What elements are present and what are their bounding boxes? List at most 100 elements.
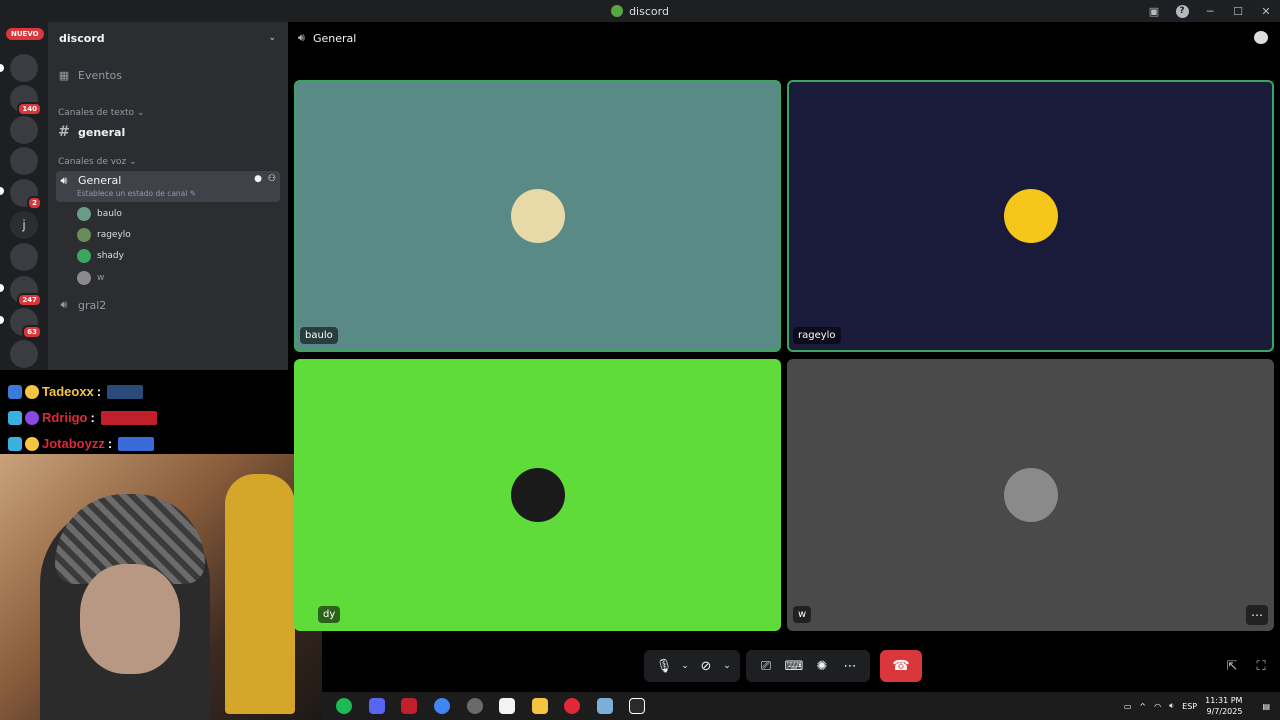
badge-icon	[25, 384, 39, 399]
soundboard-icon[interactable]: ✺	[808, 652, 836, 680]
mic-options-chevron-icon[interactable]: ⌄	[678, 652, 692, 680]
voice-user[interactable]: shady	[77, 249, 124, 263]
webcam-feed	[0, 454, 322, 720]
voice-channel-gral2[interactable]: 🔊︎ gral2	[56, 296, 280, 314]
system-tray: ▭ ^ ◠ 🔉︎ ESP 11:31 PM 9/7/2025 ▤	[1116, 692, 1270, 720]
minimize-button[interactable]: ─	[1196, 0, 1224, 22]
participant-tile-shady[interactable]: dy	[294, 359, 781, 631]
server-rail: NUEVO 140 2 j 247 63	[0, 22, 48, 370]
title-bar: discord ▣ ? ─ ☐ ✕	[0, 0, 1280, 22]
unread-pip	[0, 64, 4, 72]
windows-taskbar: ▭ ^ ◠ 🔉︎ ESP 11:31 PM 9/7/2025 ▤	[322, 692, 1280, 720]
unread-pip	[0, 187, 4, 195]
inbox-icon[interactable]: ▣	[1140, 0, 1168, 22]
camera-off-icon[interactable]: ⊘	[692, 652, 720, 680]
chevron-down-icon: ⌄	[268, 33, 276, 43]
server-icon-1[interactable]	[10, 54, 38, 82]
pop-out-icon[interactable]: ⇱	[1224, 658, 1240, 674]
more-options-button[interactable]: ⋯	[1246, 605, 1268, 625]
microphone-icon[interactable]: 🎙︎	[650, 652, 678, 680]
close-button[interactable]: ✕	[1252, 0, 1280, 22]
obs-icon[interactable]	[467, 698, 483, 714]
spotify-icon[interactable]	[336, 698, 352, 714]
server-icon-8[interactable]: 247	[10, 276, 42, 307]
server-icon-2[interactable]: 140	[10, 85, 42, 116]
speaker-icon: 🔊︎	[60, 174, 68, 187]
avatar	[1003, 189, 1058, 243]
steam-deck-icon[interactable]	[499, 698, 515, 714]
unread-pip	[0, 284, 4, 292]
participant-name: dy	[318, 606, 341, 623]
help-icon[interactable]: ?	[1168, 0, 1196, 22]
server-icon-4[interactable]	[10, 147, 38, 175]
chevron-up-icon[interactable]: ^	[1139, 702, 1146, 711]
channel-title: General	[312, 31, 357, 45]
discord-taskbar-icon[interactable]	[369, 698, 385, 714]
opera-icon[interactable]	[564, 698, 580, 714]
badge-icon	[8, 384, 22, 399]
keyboard-icon[interactable]: ▭	[1124, 702, 1132, 711]
fullscreen-icon[interactable]: ⛶	[1253, 658, 1269, 674]
server-icon-5[interactable]: 2	[10, 179, 42, 210]
emote-image	[100, 410, 157, 425]
server-header[interactable]: discord ⌄	[48, 22, 288, 54]
text-category[interactable]: Canales de texto ⌄	[58, 108, 144, 118]
notification-icon[interactable]: ▤	[1262, 702, 1270, 711]
epic-games-icon[interactable]	[629, 698, 645, 714]
server-icon-10[interactable]	[10, 340, 38, 368]
voice-user[interactable]: baulo	[77, 207, 122, 221]
participant-name: baulo	[300, 327, 338, 344]
chat-icon[interactable]	[1254, 31, 1268, 44]
audio-video-group: 🎙︎ ⌄ ⊘ ⌄	[644, 650, 740, 682]
language-indicator[interactable]: ESP	[1182, 702, 1197, 711]
events-item[interactable]: ▦ Eventos	[56, 66, 280, 84]
chat-line: Rdriigo :	[8, 410, 157, 425]
participant-tile-rageylo[interactable]: rageylo	[787, 80, 1274, 352]
window-title: discord	[629, 4, 669, 18]
activities-controller-icon[interactable]: ⌨	[780, 652, 808, 680]
participant-name: w	[793, 606, 812, 623]
chrome-icon[interactable]	[434, 698, 450, 714]
server-icon-6[interactable]: j	[10, 211, 38, 239]
screen-share-icon[interactable]: ⎚	[752, 652, 780, 680]
badge-icon	[8, 410, 22, 425]
discord-logo-icon	[611, 5, 624, 17]
server-icon-3[interactable]	[10, 116, 38, 144]
invite-icon[interactable]: ⚇	[268, 174, 280, 184]
participant-tile-baulo[interactable]: baulo	[294, 80, 781, 352]
voice-user[interactable]: rageylo	[77, 228, 131, 242]
voicemeeter-icon[interactable]	[401, 698, 417, 714]
network-icon[interactable]: ◠	[1154, 702, 1161, 711]
server-name: discord	[59, 31, 105, 45]
speaker-icon: 🔊︎	[60, 298, 68, 311]
more-icon[interactable]: ⋯	[836, 652, 864, 680]
disconnect-button[interactable]: ☎	[880, 650, 922, 682]
server-icon-9[interactable]: 63	[10, 308, 42, 339]
camera-options-chevron-icon[interactable]: ⌄	[720, 652, 734, 680]
mention-badge: 63	[22, 325, 42, 339]
voice-channel-header: 🔊︎ General	[288, 22, 1280, 54]
volume-icon[interactable]: 🔉︎	[1169, 701, 1174, 711]
participant-tile-w[interactable]: w ⋯	[787, 359, 1274, 631]
badge-icon	[25, 436, 39, 451]
channel-general[interactable]: # general	[56, 123, 280, 141]
mention-badge: 140	[17, 102, 42, 116]
voice-user[interactable]: w	[77, 271, 104, 285]
voice-status-hint[interactable]: Establece un estado de canal ✎	[77, 189, 196, 198]
stream-chat-overlay: Tadeoxx : Rdriigo : Jotaboyzz :	[0, 370, 322, 454]
voice-channel-label: gral2	[78, 298, 107, 312]
call-controls: 🎙︎ ⌄ ⊘ ⌄ ⎚ ⌨ ✺ ⋯ ☎	[644, 650, 922, 682]
maximize-button[interactable]: ☐	[1224, 0, 1252, 22]
discord-window: discord ▣ ? ─ ☐ ✕ NUEVO 140 2 j 247 63 d…	[0, 0, 1280, 720]
clock[interactable]: 11:31 PM 9/7/2025	[1205, 695, 1242, 717]
chat-bubble-icon[interactable]: ●	[254, 174, 262, 184]
notes-icon[interactable]	[597, 698, 613, 714]
voice-category[interactable]: Canales de voz ⌄	[58, 157, 137, 167]
events-label: Eventos	[78, 68, 122, 82]
voice-channel-label: General	[78, 174, 122, 187]
badge-icon	[8, 436, 22, 451]
avatar	[77, 249, 91, 263]
emote-image	[118, 436, 155, 451]
file-explorer-icon[interactable]	[532, 698, 548, 714]
server-icon-7[interactable]	[10, 243, 38, 271]
